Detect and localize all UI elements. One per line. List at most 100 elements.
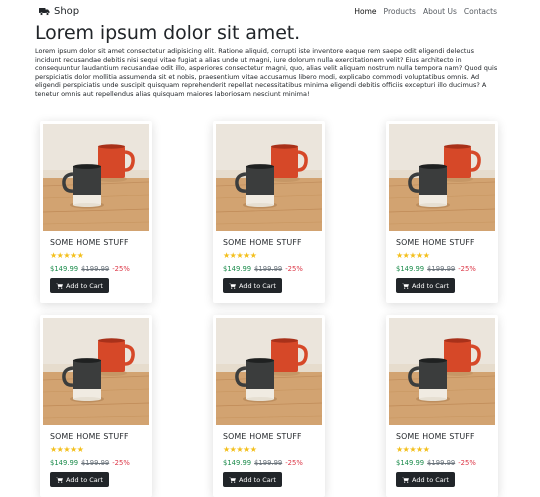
product-card: SOME HOME STUFF ★★★★★ $149.99 $199.99 -2… — [213, 315, 325, 497]
star-icon: ★ — [63, 445, 71, 454]
nav-link-about-us[interactable]: About Us — [423, 7, 457, 16]
price-current: $149.99 — [223, 265, 252, 273]
add-to-cart-button[interactable]: Add to Cart — [50, 472, 109, 487]
price-row: $149.99 $199.99 -25% — [50, 459, 130, 467]
discount-badge: -25% — [112, 265, 130, 273]
product-card: SOME HOME STUFF ★★★★★ $149.99 $199.99 -2… — [386, 315, 498, 497]
star-icon: ★ — [223, 251, 230, 260]
star-icon: ★ — [416, 251, 423, 260]
star-half-icon: ★ — [249, 251, 257, 260]
price-original: $199.99 — [81, 265, 110, 273]
star-icon: ★ — [50, 445, 57, 454]
star-icon: ★ — [70, 251, 77, 260]
product-image[interactable] — [43, 124, 149, 231]
rating-stars: ★★★★★ — [50, 445, 84, 454]
price-current: $149.99 — [396, 459, 425, 467]
product-name[interactable]: SOME HOME STUFF — [50, 432, 129, 441]
rating-stars: ★★★★★ — [223, 251, 257, 260]
product-card: SOME HOME STUFF ★★★★★ $149.99 $199.99 -2… — [213, 121, 325, 303]
add-to-cart-label: Add to Cart — [412, 475, 449, 484]
price-row: $149.99 $199.99 -25% — [396, 265, 476, 273]
price-original: $199.99 — [81, 459, 110, 467]
price-original: $199.99 — [254, 265, 283, 273]
product-name[interactable]: SOME HOME STUFF — [50, 238, 129, 247]
intro-paragraph: Lorem ipsum dolor sit amet consectetur a… — [35, 47, 498, 98]
cart-icon — [402, 282, 409, 289]
nav-link-products[interactable]: Products — [384, 7, 416, 16]
price-row: $149.99 $199.99 -25% — [223, 265, 303, 273]
price-row: $149.99 $199.99 -25% — [50, 265, 130, 273]
product-photo — [43, 318, 149, 425]
product-name[interactable]: SOME HOME STUFF — [223, 238, 302, 247]
price-original: $199.99 — [427, 459, 456, 467]
star-half-icon: ★ — [249, 445, 257, 454]
price-row: $149.99 $199.99 -25% — [396, 459, 476, 467]
add-to-cart-button[interactable]: Add to Cart — [223, 472, 282, 487]
rating-stars: ★★★★★ — [50, 251, 84, 260]
product-photo — [389, 124, 495, 231]
product-card: SOME HOME STUFF ★★★★★ $149.99 $199.99 -2… — [40, 315, 152, 497]
star-icon: ★ — [63, 251, 71, 260]
cart-icon — [229, 476, 236, 483]
price-current: $149.99 — [396, 265, 425, 273]
product-image[interactable] — [389, 124, 495, 231]
star-icon: ★ — [70, 445, 77, 454]
star-icon: ★ — [50, 251, 57, 260]
add-to-cart-button[interactable]: Add to Cart — [50, 278, 109, 293]
star-half-icon: ★ — [76, 251, 84, 260]
product-photo — [216, 124, 322, 231]
product-name[interactable]: SOME HOME STUFF — [396, 432, 475, 441]
discount-badge: -25% — [285, 265, 303, 273]
star-icon: ★ — [56, 445, 64, 454]
rating-stars: ★★★★★ — [396, 251, 430, 260]
truck-icon — [39, 8, 50, 16]
product-photo — [389, 318, 495, 425]
star-icon: ★ — [402, 445, 410, 454]
price-row: $149.99 $199.99 -25% — [223, 459, 303, 467]
rating-stars: ★★★★★ — [396, 445, 430, 454]
nav-link-contacts[interactable]: Contacts — [464, 7, 497, 16]
star-half-icon: ★ — [422, 251, 430, 260]
add-to-cart-button[interactable]: Add to Cart — [223, 278, 282, 293]
add-to-cart-label: Add to Cart — [66, 475, 103, 484]
price-original: $199.99 — [427, 265, 456, 273]
product-card: SOME HOME STUFF ★★★★★ $149.99 $199.99 -2… — [386, 121, 498, 303]
cart-icon — [56, 476, 63, 483]
price-current: $149.99 — [50, 265, 79, 273]
star-icon: ★ — [416, 445, 423, 454]
product-image[interactable] — [216, 318, 322, 425]
product-image[interactable] — [216, 124, 322, 231]
add-to-cart-button[interactable]: Add to Cart — [396, 278, 455, 293]
star-icon: ★ — [236, 445, 244, 454]
star-half-icon: ★ — [76, 445, 84, 454]
navbar: Shop Home Products About Us Contacts — [0, 0, 540, 24]
add-to-cart-label: Add to Cart — [66, 281, 103, 290]
nav-link-home[interactable]: Home — [354, 7, 376, 16]
star-half-icon: ★ — [422, 445, 430, 454]
page-title: Lorem ipsum dolor sit amet. — [35, 22, 301, 44]
product-name[interactable]: SOME HOME STUFF — [223, 432, 302, 441]
product-name[interactable]: SOME HOME STUFF — [396, 238, 475, 247]
price-current: $149.99 — [50, 459, 79, 467]
product-image[interactable] — [389, 318, 495, 425]
star-icon: ★ — [243, 445, 250, 454]
star-icon: ★ — [409, 445, 417, 454]
add-to-cart-label: Add to Cart — [412, 281, 449, 290]
add-to-cart-label: Add to Cart — [239, 281, 276, 290]
product-image[interactable] — [43, 318, 149, 425]
add-to-cart-button[interactable]: Add to Cart — [396, 472, 455, 487]
brand-link[interactable]: Shop — [39, 6, 79, 17]
star-icon: ★ — [409, 251, 417, 260]
cart-icon — [402, 476, 409, 483]
discount-badge: -25% — [112, 459, 130, 467]
discount-badge: -25% — [458, 459, 476, 467]
star-icon: ★ — [396, 445, 403, 454]
rating-stars: ★★★★★ — [223, 445, 257, 454]
price-current: $149.99 — [223, 459, 252, 467]
cart-icon — [229, 282, 236, 289]
price-original: $199.99 — [254, 459, 283, 467]
star-icon: ★ — [223, 445, 230, 454]
brand-label: Shop — [54, 6, 80, 17]
star-icon: ★ — [396, 251, 403, 260]
product-photo — [216, 318, 322, 425]
